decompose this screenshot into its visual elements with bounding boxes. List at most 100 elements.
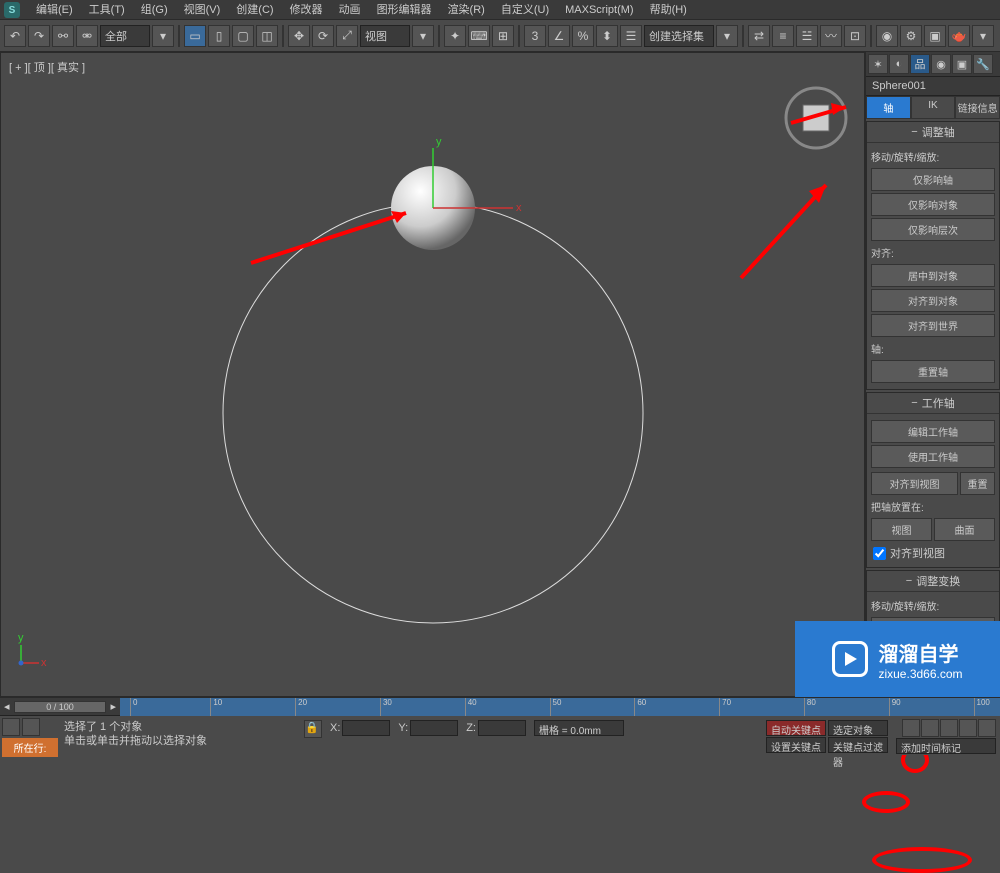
snap-3-icon[interactable]: 3 [524,25,546,47]
next-icon[interactable] [959,719,977,737]
render-setup-icon[interactable]: ⚙ [900,25,922,47]
select-icon[interactable]: ▭ [184,25,206,47]
goto-end-icon[interactable] [978,719,996,737]
goto-start-icon[interactable] [902,719,920,737]
time-ruler[interactable]: 0 10 20 30 40 50 60 70 80 90 100 [120,698,1000,716]
edit-named-icon[interactable]: ☰ [620,25,642,47]
affect-object-only-button[interactable]: 仅影响对象 [871,193,995,216]
layer-icon[interactable]: ☱ [796,25,818,47]
angle-snap-icon[interactable]: ∠ [548,25,570,47]
utilities-tab-icon[interactable]: 🔧 [973,54,993,74]
select-region-icon[interactable]: ▢ [232,25,254,47]
maxscript-mini-icon[interactable] [2,718,20,736]
curve-editor-icon[interactable]: 〰 [820,25,842,47]
link-icon[interactable]: ⚯ [52,25,74,47]
ik-tab[interactable]: IK [911,96,956,119]
prev-frame-icon[interactable]: ◂ [4,700,10,713]
adjust-pivot-header[interactable]: 调整轴 [867,122,999,143]
app-icon[interactable]: S [4,2,20,18]
menu-edit[interactable]: 编辑(E) [28,0,81,20]
auto-key-button[interactable]: 自动关键点 [766,720,826,736]
red-circle-pivot-tab [862,791,910,813]
menu-modifiers[interactable]: 修改器 [282,0,331,20]
object-name-field[interactable]: Sphere001 [866,76,1000,95]
unlink-icon[interactable]: ⚮ [76,25,98,47]
render-frame-icon[interactable]: ▣ [924,25,946,47]
render-icon[interactable]: 🫖 [948,25,970,47]
select-name-icon[interactable]: ▯ [208,25,230,47]
percent-snap-icon[interactable]: % [572,25,594,47]
z-input[interactable] [478,720,526,736]
display-tab-icon[interactable]: ▣ [952,54,972,74]
prev-icon[interactable] [921,719,939,737]
link-info-tab[interactable]: 链接信息 [955,96,1000,119]
scale-icon[interactable]: ⤢ [336,25,358,47]
viewport-top[interactable]: [ + ][ 顶 ][ 真实 ] y x [0,52,865,697]
selected-dropdown[interactable]: 选定对象 [828,720,888,736]
align-to-view-checkbox[interactable] [873,547,886,560]
menu-rendering[interactable]: 渲染(R) [440,0,493,20]
material-icon[interactable]: ◉ [876,25,898,47]
pivot-icon[interactable]: ▾ [412,25,434,47]
menu-help[interactable]: 帮助(H) [642,0,695,20]
ref-coord-dropdown[interactable]: 视图 [360,25,410,47]
align-to-world-button[interactable]: 对齐到世界 [871,314,995,337]
time-slider[interactable]: 0 / 100 [14,701,107,713]
dropdown-arrow-icon[interactable]: ▾ [716,25,738,47]
menu-tools[interactable]: 工具(T) [81,0,133,20]
lock-icon[interactable]: 🔒 [304,720,322,738]
spinner-snap-icon[interactable]: ⬍ [596,25,618,47]
move-icon[interactable]: ✥ [288,25,310,47]
pivot-tab[interactable]: 轴 [866,96,911,119]
align-to-view-checkbox-row[interactable]: 对齐到视图 [871,543,995,563]
reset-wp-button[interactable]: 重置 [960,472,995,495]
edit-working-pivot-button[interactable]: 编辑工作轴 [871,420,995,443]
menu-group[interactable]: 组(G) [133,0,176,20]
menu-views[interactable]: 视图(V) [176,0,229,20]
y-input[interactable] [410,720,458,736]
reset-pivot-button[interactable]: 重置轴 [871,360,995,383]
working-pivot-header[interactable]: 工作轴 [867,393,999,414]
next-frame-icon[interactable]: ▸ [110,700,116,713]
set-key-button[interactable]: 设置关键点 [766,737,826,753]
motion-tab-icon[interactable]: ◉ [931,54,951,74]
align-to-view-button[interactable]: 对齐到视图 [871,472,958,495]
surface-button[interactable]: 曲面 [934,518,995,541]
affect-hierarchy-only-button[interactable]: 仅影响层次 [871,218,995,241]
create-tab-icon[interactable]: ✶ [868,54,888,74]
align-to-object-button[interactable]: 对齐到对象 [871,289,995,312]
adjust-transform-header[interactable]: 调整变换 [867,571,999,592]
timeline[interactable]: ◂ 0 / 100 ▸ 0 10 20 30 40 50 60 70 80 90… [0,698,1000,716]
snap-icon[interactable]: ⊞ [492,25,514,47]
filter-icon[interactable]: ▾ [152,25,174,47]
center-to-object-button[interactable]: 居中到对象 [871,264,995,287]
key-filters-button[interactable]: 关键点过滤器 [828,737,888,753]
viewcube[interactable] [786,88,846,148]
affect-pivot-only-button[interactable]: 仅影响轴 [871,168,995,191]
schematic-icon[interactable]: ⊡ [844,25,866,47]
render-prod-icon[interactable]: ▾ [972,25,994,47]
modify-tab-icon[interactable]: ◐ [889,54,909,74]
menu-customize[interactable]: 自定义(U) [493,0,557,20]
listener-icon[interactable] [22,718,40,736]
filter-dropdown[interactable]: 全部 [100,25,150,47]
mirror-icon[interactable]: ⇄ [748,25,770,47]
undo-icon[interactable]: ↶ [4,25,26,47]
named-sets-dropdown[interactable]: 创建选择集 [644,25,714,47]
x-input[interactable] [342,720,390,736]
align-icon[interactable]: ≡ [772,25,794,47]
play-icon-btn[interactable] [940,719,958,737]
menu-graph-editors[interactable]: 图形编辑器 [369,0,440,20]
window-crossing-icon[interactable]: ◫ [256,25,278,47]
add-time-tag[interactable]: 添加时间标记 [896,738,996,754]
menu-animation[interactable]: 动画 [331,0,369,20]
manipulate-icon[interactable]: ✦ [444,25,466,47]
hierarchy-tab-icon[interactable]: 品 [910,54,930,74]
menu-create[interactable]: 创建(C) [228,0,281,20]
view-button[interactable]: 视图 [871,518,932,541]
use-working-pivot-button[interactable]: 使用工作轴 [871,445,995,468]
keyboard-icon[interactable]: ⌨ [468,25,490,47]
rotate-icon[interactable]: ⟳ [312,25,334,47]
redo-icon[interactable]: ↷ [28,25,50,47]
menu-maxscript[interactable]: MAXScript(M) [557,0,641,20]
